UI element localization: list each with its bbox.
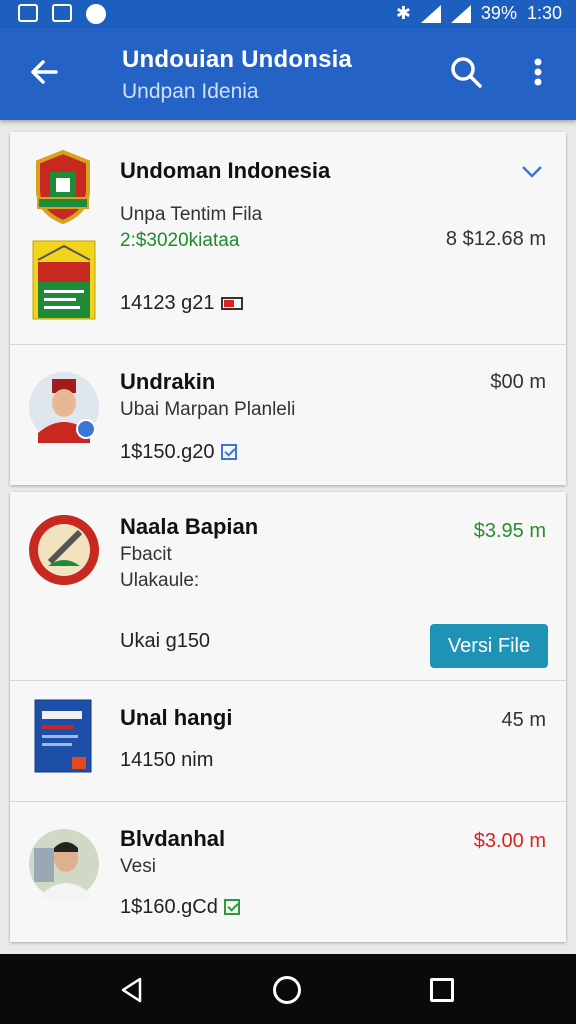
nav-recents-icon[interactable]	[430, 978, 454, 1002]
item-code: 2:$3020kiataa	[120, 230, 240, 251]
avatar	[29, 829, 99, 900]
meta-text: 1$150.g20	[120, 441, 215, 463]
emblem-icon	[36, 150, 90, 224]
item-subtitle: Unpa Tentim Fila	[120, 204, 263, 225]
document-thumbnail	[32, 240, 96, 320]
battery-level: 39%	[480, 3, 517, 23]
price-text: 8 $12.68 m	[445, 228, 546, 250]
listing-card: Naala Bapian $3.95 m Fbacit Ulakaule: Uk…	[10, 492, 566, 942]
app-bar: Undouian Undonsia Undpan Idenia	[0, 28, 576, 120]
list-item[interactable]: Unal hangi 45 m 14150 nim	[10, 681, 566, 802]
check-notification-icon	[86, 4, 106, 24]
listing-card: Undoman Indonesia Unpa Tentim Fila 2:$30…	[10, 132, 566, 485]
item-title: Undoman Indonesia	[120, 158, 331, 183]
gallery-notification-icon	[18, 4, 38, 22]
clock: 1:30	[526, 3, 562, 23]
list-item[interactable]: Naala Bapian $3.95 m Fbacit Ulakaule: Uk…	[10, 492, 566, 681]
item-title: Undrakin	[120, 369, 216, 394]
book-thumbnail	[34, 699, 92, 773]
message-notification-icon	[52, 4, 72, 22]
item-subtitle: Fbacit	[120, 544, 172, 565]
meta-text: 14123 g21	[120, 292, 215, 314]
list-item[interactable]: Blvdanhal $3.00 m Vesi 1$160.gCd	[10, 802, 566, 942]
list-item[interactable]: Undoman Indonesia Unpa Tentim Fila 2:$30…	[10, 132, 566, 345]
item-meta: 1$160.gCd	[120, 896, 240, 919]
wifi-icon	[420, 4, 441, 23]
checkbox-checked-icon[interactable]	[223, 899, 240, 915]
item-title: Blvdanhal	[120, 826, 226, 851]
list-item[interactable]: Undrakin $00 m Ubai Marpan Planleli 1$15…	[10, 345, 566, 485]
system-navigation-bar	[0, 954, 576, 1024]
item-title: Unal hangi	[120, 705, 233, 730]
item-meta: 14123 g21	[120, 292, 243, 315]
item-price: $3.95 m	[473, 520, 546, 542]
item-meta: 14150 nim	[120, 749, 214, 771]
page-title: Undouian Undonsia	[122, 46, 353, 73]
item-meta: Ukai g150	[120, 630, 211, 652]
seal-icon	[29, 515, 99, 585]
chevron-down-icon[interactable]	[520, 162, 544, 180]
more-options-icon[interactable]	[526, 54, 550, 90]
item-price: $3.00 m	[473, 830, 546, 852]
nav-back-icon[interactable]	[118, 976, 146, 1004]
item-subtitle-secondary: Ulakaule:	[120, 570, 200, 591]
nav-home-icon[interactable]	[273, 976, 301, 1004]
system-indicators: ✱ 39% 1:30	[396, 3, 562, 24]
battery-status-icon	[220, 297, 243, 310]
checkbox-checked-icon[interactable]	[220, 444, 237, 460]
avatar	[29, 372, 99, 443]
item-subtitle: Vesi	[120, 856, 156, 877]
item-price: 45 m	[501, 709, 546, 731]
item-meta: 1$150.g20	[120, 441, 237, 464]
notification-icons	[18, 4, 106, 24]
meta-text: 1$160.gCd	[120, 896, 218, 918]
status-bar: ✱ 39% 1:30	[0, 0, 576, 28]
item-subtitle: Ubai Marpan Planleli	[120, 399, 296, 420]
version-file-button[interactable]: Versi File	[430, 624, 548, 668]
item-price: 8 $12.68 m	[446, 228, 546, 251]
bluetooth-icon: ✱	[395, 3, 411, 23]
page-subtitle: Undpan Idenia	[122, 80, 259, 103]
back-arrow-icon[interactable]	[26, 54, 62, 90]
search-icon[interactable]	[448, 54, 484, 90]
signal-icon	[450, 4, 471, 23]
item-price: $00 m	[490, 371, 546, 393]
item-title: Naala Bapian	[120, 514, 259, 539]
